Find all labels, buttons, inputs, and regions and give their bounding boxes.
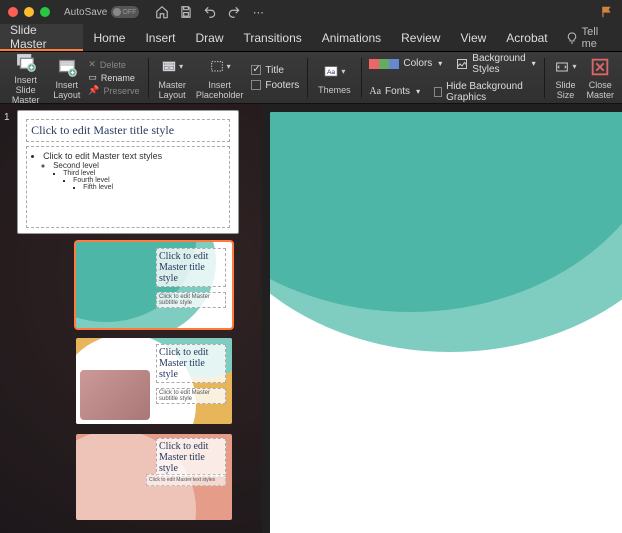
close-master-button[interactable]: Close Master bbox=[584, 56, 616, 100]
lightbulb-icon bbox=[566, 32, 578, 44]
themes-icon: Aa▾ bbox=[323, 61, 345, 83]
layout-subtitle-placeholder: Click to edit Master subtitle style bbox=[156, 388, 226, 404]
main-area: 1 Click to edit Master title style Click… bbox=[0, 104, 622, 533]
checkbox-icon bbox=[434, 87, 442, 97]
overflow-icon[interactable]: ⋯ bbox=[251, 5, 265, 19]
layout-body-placeholder: Click to edit Master text styles bbox=[146, 474, 226, 486]
tab-slide-master[interactable]: Slide Master bbox=[0, 24, 83, 51]
delete-button[interactable]: ✕Delete bbox=[88, 59, 139, 70]
home-icon[interactable] bbox=[155, 5, 169, 19]
tab-acrobat[interactable]: Acrobat bbox=[496, 24, 557, 51]
minimize-window-button[interactable] bbox=[24, 7, 34, 17]
delete-icon: ✕ bbox=[88, 59, 96, 70]
layout-title-placeholder: Click to edit Master title style bbox=[156, 248, 226, 287]
current-slide[interactable] bbox=[270, 112, 622, 533]
ribbon-tabs: Slide Master Home Insert Draw Transition… bbox=[0, 24, 622, 52]
checkbox-icon bbox=[251, 80, 261, 90]
tab-insert[interactable]: Insert bbox=[135, 24, 185, 51]
autosave-toggle[interactable]: AutoSave OFF bbox=[64, 6, 139, 18]
close-icon bbox=[589, 56, 611, 78]
window-controls bbox=[8, 7, 50, 17]
slide-size-button[interactable]: ▾ Slide Size bbox=[552, 56, 578, 100]
background-icon bbox=[456, 58, 468, 70]
tab-animations[interactable]: Animations bbox=[312, 24, 391, 51]
background-group: Colors▾ Background Styles▾ Aa Fonts▾ Hid… bbox=[369, 53, 535, 103]
layout-thumbnail-3[interactable]: Click to edit Master title style Click t… bbox=[76, 434, 232, 520]
footers-checkbox[interactable]: Footers bbox=[251, 80, 299, 91]
titlebar: AutoSave OFF ⋯ bbox=[0, 0, 622, 24]
rename-icon: ▭ bbox=[88, 72, 97, 83]
preserve-icon: 📌 bbox=[88, 85, 99, 96]
fonts-icon: Aa bbox=[369, 86, 381, 97]
fonts-button[interactable]: Aa Fonts▾ bbox=[369, 81, 420, 103]
themes-button[interactable]: Aa▾ Themes bbox=[316, 61, 353, 95]
preserve-button[interactable]: 📌Preserve bbox=[88, 85, 139, 96]
autosave-label: AutoSave bbox=[64, 7, 107, 18]
title-footers-group: Title Footers bbox=[251, 65, 299, 91]
master-body-placeholder: Click to edit Master text styles Second … bbox=[26, 146, 230, 228]
colors-button[interactable]: Colors▾ bbox=[369, 53, 442, 75]
master-index: 1 bbox=[4, 112, 14, 123]
insert-layout-icon bbox=[56, 56, 78, 78]
title-checkbox[interactable]: Title bbox=[251, 65, 299, 76]
tab-review[interactable]: Review bbox=[391, 24, 450, 51]
master-title-placeholder: Click to edit Master title style bbox=[26, 119, 230, 142]
master-layout-icon: ▾ bbox=[161, 56, 183, 78]
tab-draw[interactable]: Draw bbox=[185, 24, 233, 51]
edit-master-group: ✕Delete ▭Rename 📌Preserve bbox=[88, 59, 139, 96]
tab-transitions[interactable]: Transitions bbox=[234, 24, 312, 51]
master-layout-button[interactable]: ▾ Master Layout bbox=[156, 56, 188, 100]
close-window-button[interactable] bbox=[8, 7, 18, 17]
svg-text:Aa: Aa bbox=[327, 68, 335, 75]
insert-placeholder-button[interactable]: ▾ Insert Placeholder bbox=[194, 56, 246, 100]
layout-thumbnail-2[interactable]: Click to edit Master title style Click t… bbox=[76, 338, 232, 424]
slide-master-thumbnail[interactable]: Click to edit Master title style Click t… bbox=[17, 110, 239, 234]
slide-master-icon bbox=[15, 51, 37, 73]
redo-icon[interactable] bbox=[227, 5, 241, 19]
thumbnail-panel[interactable]: 1 Click to edit Master title style Click… bbox=[0, 104, 262, 533]
hide-background-checkbox[interactable]: Hide Background Graphics bbox=[434, 81, 536, 103]
quick-access-toolbar: ⋯ bbox=[155, 5, 265, 19]
insert-slide-master-button[interactable]: Insert Slide Master bbox=[6, 51, 45, 105]
ribbon: Insert Slide Master Insert Layout ✕Delet… bbox=[0, 52, 622, 104]
layout-title-placeholder: Click to edit Master title style bbox=[156, 438, 226, 477]
zoom-window-button[interactable] bbox=[40, 7, 50, 17]
background-styles-button[interactable]: Background Styles▾ bbox=[456, 53, 535, 75]
layout-title-placeholder: Click to edit Master title style bbox=[156, 344, 226, 383]
tab-home[interactable]: Home bbox=[83, 24, 135, 51]
rename-button[interactable]: ▭Rename bbox=[88, 72, 139, 83]
slide-size-icon: ▾ bbox=[554, 56, 576, 78]
checkbox-icon bbox=[251, 65, 261, 75]
save-icon[interactable] bbox=[179, 5, 193, 19]
slide-stage[interactable] bbox=[262, 104, 622, 533]
tab-view[interactable]: View bbox=[450, 24, 496, 51]
ribbon-options-icon[interactable] bbox=[600, 5, 614, 19]
layout-thumbnails: Click to edit Master title style Click t… bbox=[76, 242, 256, 520]
tell-me-label: Tell me bbox=[582, 26, 614, 50]
autosave-pill: OFF bbox=[111, 6, 139, 18]
layout-thumbnail-1[interactable]: Click to edit Master title style Click t… bbox=[76, 242, 232, 328]
undo-icon[interactable] bbox=[203, 5, 217, 19]
placeholder-icon: ▾ bbox=[209, 56, 231, 78]
insert-layout-button[interactable]: Insert Layout bbox=[51, 56, 82, 100]
colors-icon bbox=[369, 59, 399, 69]
layout-subtitle-placeholder: Click to edit Master subtitle style bbox=[156, 292, 226, 308]
tell-me-search[interactable]: Tell me bbox=[558, 24, 622, 51]
